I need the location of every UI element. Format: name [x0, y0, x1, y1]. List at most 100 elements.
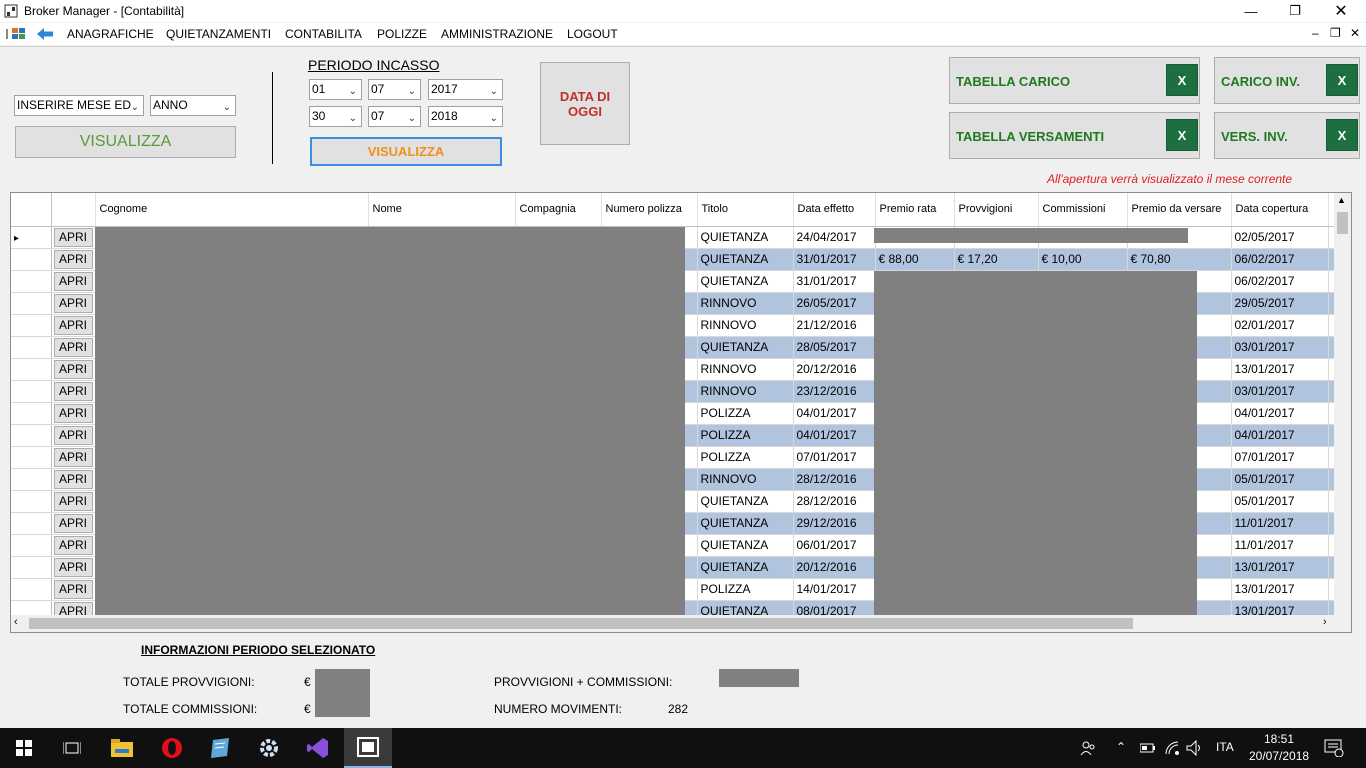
horizontal-scrollbar[interactable]: ‹ ›: [11, 615, 1351, 632]
data-oggi-button[interactable]: DATA DI OGGI: [540, 62, 630, 145]
apri-button[interactable]: APRI: [53, 381, 93, 401]
cell-titolo: RINNOVO: [697, 468, 794, 491]
col-header-compagnia[interactable]: Compagnia: [515, 193, 602, 227]
visualizza-month-button[interactable]: VISUALIZZA: [15, 126, 236, 158]
mdi-close-button[interactable]: ✕: [1350, 26, 1360, 40]
wifi-icon[interactable]: [1164, 740, 1180, 756]
mdi-restore-button[interactable]: ❐: [1330, 26, 1341, 40]
opera-icon[interactable]: [148, 728, 196, 768]
data-grid[interactable]: Cognome Nome Compagnia Numero polizza Ti…: [10, 192, 1352, 633]
vertical-scrollbar[interactable]: ▲: [1334, 193, 1351, 617]
apri-button[interactable]: APRI: [53, 359, 93, 379]
chevron-down-icon: ⌄: [489, 86, 498, 97]
to-day-select[interactable]: 30 ⌄: [309, 106, 362, 127]
col-header-premio-rata[interactable]: Premio rata: [875, 193, 955, 227]
to-year-value: 2018: [431, 109, 458, 123]
maximize-button[interactable]: ❐: [1272, 0, 1318, 22]
apri-cell: APRI: [51, 248, 96, 271]
scroll-up-icon[interactable]: ▲: [1337, 195, 1346, 205]
col-header-apri: [51, 193, 96, 227]
language-indicator[interactable]: ITA: [1216, 740, 1234, 754]
apri-button[interactable]: APRI: [53, 337, 93, 357]
from-year-select[interactable]: 2017 ⌄: [428, 79, 503, 100]
col-header-numero-polizza[interactable]: Numero polizza: [601, 193, 698, 227]
to-year-select[interactable]: 2018 ⌄: [428, 106, 503, 127]
apri-cell: APRI: [51, 468, 96, 491]
task-view-icon[interactable]: [48, 728, 96, 768]
apri-button[interactable]: APRI: [53, 513, 93, 533]
broker-manager-taskbar-icon[interactable]: [344, 728, 392, 768]
apri-button[interactable]: APRI: [53, 315, 93, 335]
mdi-minimize-button[interactable]: –: [1312, 26, 1319, 40]
chevron-down-icon: ⌄: [348, 86, 357, 97]
tabella-versamenti-button[interactable]: TABELLA VERSAMENTI X: [949, 112, 1200, 159]
visual-studio-icon[interactable]: [294, 728, 342, 768]
taskbar: ⌃ ITA 18:51 20/07/2018: [0, 728, 1366, 768]
file-explorer-icon[interactable]: [98, 728, 146, 768]
year-select[interactable]: ANNO ⌄: [150, 95, 236, 116]
apri-button[interactable]: APRI: [53, 469, 93, 489]
carico-inv-button[interactable]: CARICO INV. X: [1214, 57, 1360, 104]
col-header-premio-versare[interactable]: Premio da versare: [1127, 193, 1232, 227]
notification-center-icon[interactable]: [1324, 739, 1344, 757]
col-header-data-effetto[interactable]: Data effetto: [793, 193, 876, 227]
menu-anagrafiche[interactable]: ANAGRAFICHE: [67, 27, 154, 41]
close-button[interactable]: ✕: [1318, 0, 1364, 22]
apri-button[interactable]: APRI: [53, 293, 93, 313]
back-arrow-icon[interactable]: [36, 27, 54, 41]
menu-contabilita[interactable]: CONTABILITA: [285, 27, 362, 41]
apri-button[interactable]: APRI: [53, 249, 93, 269]
clock-time[interactable]: 18:51: [1264, 732, 1294, 746]
menu-quietanzamenti[interactable]: QUIETANZAMENTI: [166, 27, 271, 41]
col-header-nome[interactable]: Nome: [368, 193, 516, 227]
col-header-data-copertura[interactable]: Data copertura: [1231, 193, 1329, 227]
people-icon[interactable]: [1080, 740, 1096, 756]
redacted-totals: [315, 669, 370, 717]
menu-logout[interactable]: LOGOUT: [567, 27, 618, 41]
volume-icon[interactable]: [1186, 740, 1204, 756]
menu-polizze[interactable]: POLIZZE: [377, 27, 427, 41]
cell-titolo: RINNOVO: [697, 314, 794, 337]
cell-titolo: QUIETANZA: [697, 512, 794, 535]
cell-data-effetto: 20/12/2016: [793, 358, 876, 381]
apri-cell: APRI: [51, 556, 96, 579]
apri-button[interactable]: APRI: [53, 425, 93, 445]
chevron-up-icon[interactable]: ⌃: [1116, 740, 1126, 754]
horizontal-scroll-thumb[interactable]: [29, 618, 1133, 629]
scroll-right-icon[interactable]: ›: [1323, 616, 1327, 628]
col-header-cognome[interactable]: Cognome: [95, 193, 369, 227]
from-day-select[interactable]: 01 ⌄: [309, 79, 362, 100]
cell-titolo: QUIETANZA: [697, 534, 794, 557]
apri-button[interactable]: APRI: [53, 271, 93, 291]
vers-inv-button[interactable]: VERS. INV. X: [1214, 112, 1360, 159]
col-header-provvigioni[interactable]: Provvigioni: [954, 193, 1039, 227]
tabella-carico-button[interactable]: TABELLA CARICO X: [949, 57, 1200, 104]
col-header-titolo[interactable]: Titolo: [697, 193, 794, 227]
battery-icon[interactable]: [1140, 743, 1156, 753]
settings-gear-icon[interactable]: [245, 728, 293, 768]
from-month-select[interactable]: 07 ⌄: [368, 79, 421, 100]
totale-commissioni-label: TOTALE COMMISSIONI:: [123, 702, 258, 716]
scroll-left-icon[interactable]: ‹: [14, 616, 18, 628]
cell-data-copertura: 11/01/2017: [1231, 512, 1329, 535]
col-header-commissioni[interactable]: Commissioni: [1038, 193, 1128, 227]
minimize-button[interactable]: —: [1228, 0, 1274, 22]
cell-titolo: QUIETANZA: [697, 226, 794, 249]
cell-data-copertura: 04/01/2017: [1231, 402, 1329, 425]
month-select[interactable]: INSERIRE MESE ED ⌄: [14, 95, 144, 116]
apri-button[interactable]: APRI: [53, 403, 93, 423]
cell-data-effetto: 06/01/2017: [793, 534, 876, 557]
notes-app-icon[interactable]: [196, 728, 244, 768]
windows-start-icon[interactable]: [0, 728, 48, 768]
to-month-select[interactable]: 07 ⌄: [368, 106, 421, 127]
apri-button[interactable]: APRI: [53, 557, 93, 577]
apri-button[interactable]: APRI: [53, 535, 93, 555]
vertical-scroll-thumb[interactable]: [1337, 212, 1348, 234]
clock-date[interactable]: 20/07/2018: [1249, 749, 1309, 763]
apri-button[interactable]: APRI: [53, 491, 93, 511]
menu-amministrazione[interactable]: AMMINISTRAZIONE: [441, 27, 553, 41]
apri-button[interactable]: APRI: [53, 227, 93, 247]
visualizza-period-button[interactable]: VISUALIZZA: [310, 137, 502, 166]
apri-button[interactable]: APRI: [53, 579, 93, 599]
apri-button[interactable]: APRI: [53, 447, 93, 467]
